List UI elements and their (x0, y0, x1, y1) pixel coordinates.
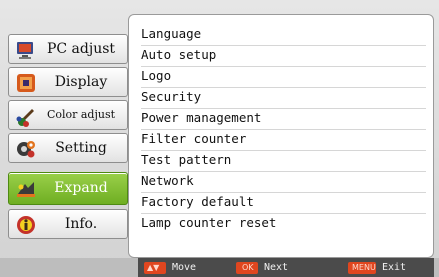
tab-info[interactable]: Info. (8, 209, 128, 239)
footer-bar: ▲▼ Move OK Next MENU Exit (0, 258, 439, 277)
color-adjust-icon (15, 105, 37, 127)
footer-hint-strip: ▲▼ Move OK Next MENU Exit (138, 258, 434, 277)
arrow-keys-icon: ▲▼ (144, 261, 166, 274)
info-icon (15, 214, 37, 236)
tab-color-adjust[interactable]: Color adjust (8, 100, 128, 130)
menu-item-power-management[interactable]: Power management (141, 108, 426, 130)
tab-label: Setting (55, 140, 107, 156)
expand-icon (15, 178, 37, 200)
tab-label: Color adjust (46, 108, 116, 121)
menu-key-icon: MENU (348, 261, 376, 274)
pc-adjust-icon (15, 39, 37, 61)
menu-panel: Language Auto setup Logo Security Power … (128, 14, 434, 258)
select-key-icon: OK (236, 261, 258, 274)
move-hint-label: Move (172, 262, 197, 273)
next-hint: OK Next (236, 260, 288, 275)
tab-label: Info. (64, 216, 98, 232)
menu-item-security[interactable]: Security (141, 87, 426, 109)
menu-item-filter-counter[interactable]: Filter counter (141, 129, 426, 151)
menu-item-language[interactable]: Language (141, 24, 426, 46)
menu-item-factory-default[interactable]: Factory default (141, 192, 426, 214)
tab-setting[interactable]: Setting (8, 133, 128, 163)
tab-display[interactable]: Display (8, 67, 128, 97)
move-hint: ▲▼ Move (144, 260, 196, 275)
exit-hint: MENU Exit (348, 260, 406, 275)
setting-icon (15, 138, 37, 160)
menu-item-logo[interactable]: Logo (141, 66, 426, 88)
tab-label: PC adjust (46, 41, 116, 57)
tab-label: Display (54, 74, 108, 90)
next-hint-label: Next (264, 262, 289, 273)
menu-item-network[interactable]: Network (141, 171, 426, 193)
tab-label: Expand (54, 180, 108, 196)
tab-expand[interactable]: Expand (8, 172, 128, 205)
display-icon (15, 72, 37, 94)
menu-item-auto-setup[interactable]: Auto setup (141, 45, 426, 67)
menu-item-test-pattern[interactable]: Test pattern (141, 150, 426, 172)
tab-pc-adjust[interactable]: PC adjust (8, 34, 128, 64)
menu-item-lamp-counter-reset[interactable]: Lamp counter reset (141, 213, 426, 234)
exit-hint-label: Exit (382, 262, 407, 273)
projector-menu-frame: PC adjust Display Color adjust Setting E… (0, 0, 439, 277)
